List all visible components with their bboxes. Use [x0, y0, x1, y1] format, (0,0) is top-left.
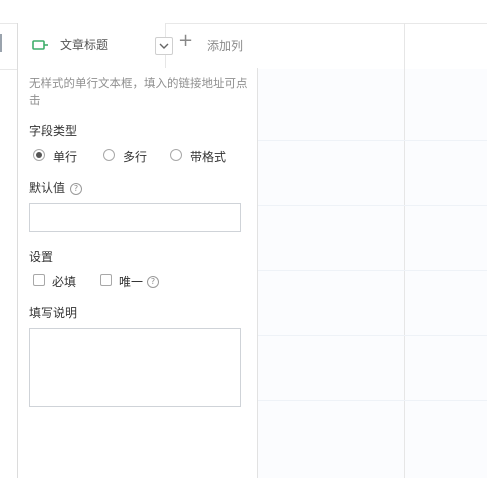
radio-button[interactable]	[103, 149, 115, 161]
field-description: 无样式的单行文本框，填入的链接地址可点击	[29, 76, 248, 107]
help-icon[interactable]: ?	[147, 276, 159, 288]
plus-icon: +	[178, 30, 194, 51]
checkbox-label: 唯一	[119, 275, 144, 289]
row-divider	[257, 335, 487, 336]
settings-label: 设置	[29, 250, 54, 264]
table-body-background	[257, 69, 487, 478]
checkbox[interactable]	[100, 274, 112, 286]
column-divider	[404, 23, 405, 478]
column-resize-handle[interactable]	[0, 34, 2, 52]
default-value-label: 默认值	[29, 181, 66, 195]
column-header-tab[interactable]: 文章标题	[17, 23, 173, 68]
radio-label: 带格式	[190, 150, 227, 164]
default-value-label-row: 默认值?	[29, 180, 83, 196]
row-divider	[257, 140, 487, 141]
checkbox-label: 必填	[52, 275, 77, 289]
column-title: 文章标题	[60, 38, 109, 52]
instructions-label: 填写说明	[29, 306, 78, 320]
add-column-label: 添加列	[207, 39, 244, 53]
top-strip	[0, 0, 487, 23]
radio-label: 多行	[123, 150, 148, 164]
default-value-input[interactable]	[29, 203, 241, 232]
radio-button[interactable]	[170, 149, 182, 161]
row-divider	[257, 270, 487, 271]
instructions-textarea[interactable]	[29, 328, 241, 407]
row-divider	[257, 400, 487, 401]
single-line-text-icon	[32, 37, 50, 51]
checkbox[interactable]	[33, 274, 45, 286]
field-type-radio-group: 单行 多行 带格式	[33, 148, 263, 164]
chevron-down-icon	[159, 43, 169, 49]
help-icon[interactable]: ?	[70, 183, 83, 195]
column-dropdown-button[interactable]	[155, 37, 173, 55]
field-type-label: 字段类型	[29, 124, 78, 138]
settings-checkbox-group: 必填 唯一 ?	[33, 273, 263, 289]
row-divider	[257, 205, 487, 206]
radio-button[interactable]	[33, 149, 45, 161]
field-settings-panel: 无样式的单行文本框，填入的链接地址可点击 字段类型 单行 多行 带格式 默认值?…	[17, 68, 258, 478]
radio-label: 单行	[53, 150, 78, 164]
